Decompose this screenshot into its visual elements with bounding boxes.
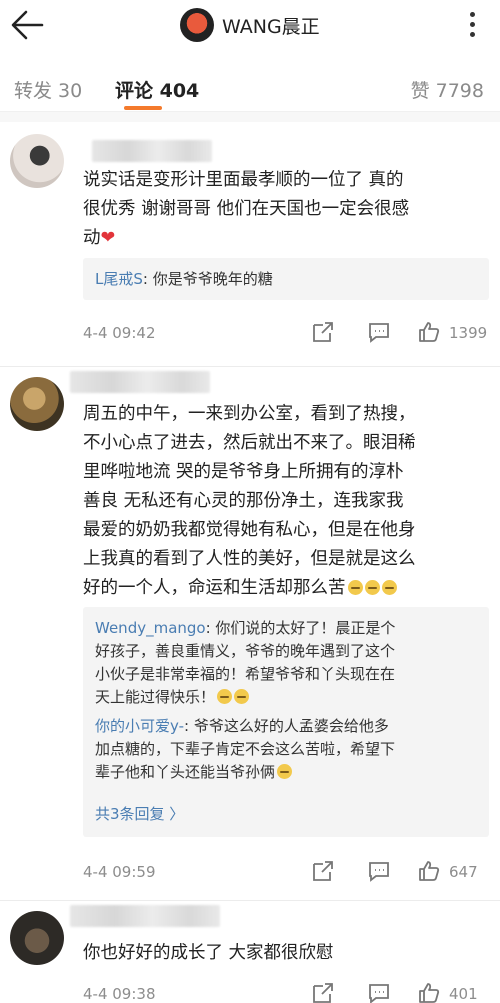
emoji: [277, 764, 293, 779]
avatar[interactable]: [10, 134, 64, 188]
more-replies-link[interactable]: 共3条回复 〉: [95, 803, 184, 824]
comment-icon[interactable]: [367, 320, 391, 344]
share-icon[interactable]: [311, 859, 335, 883]
avatar[interactable]: [10, 377, 64, 431]
active-tab-indicator: [124, 106, 162, 110]
top-bar: WANG晨正: [0, 0, 500, 50]
comment-time: 4-4 09:38: [83, 985, 156, 1003]
comment-meta: 4-4 09:59 647: [83, 859, 500, 889]
back-arrow-icon[interactable]: [8, 8, 46, 42]
comment-item: 说实话是变形计里面最孝顺的一位了 真的 很优秀 谢谢哥哥 他们在天国也一定会很感…: [0, 122, 500, 370]
comment-icon[interactable]: [367, 859, 391, 883]
like-count: 647: [449, 863, 478, 881]
comment-time: 4-4 09:42: [83, 324, 156, 342]
avatar[interactable]: [10, 911, 64, 965]
share-icon[interactable]: [311, 320, 335, 344]
username-blurred[interactable]: [70, 371, 210, 393]
reply-box[interactable]: L尾戒S: 你是爷爷晚年的糖: [83, 258, 489, 300]
username-blurred[interactable]: [92, 140, 212, 162]
username-blurred[interactable]: [70, 905, 220, 927]
like-count: 1399: [449, 324, 488, 342]
tab-repost[interactable]: 转发 30: [14, 76, 82, 103]
page-title: WANG晨正: [222, 16, 320, 38]
sad-emoji: [347, 580, 363, 595]
reply-line: 你的小可爱y-: 爷爷这么好的人孟婆会给他多 加点糖的，下辈子肯定不会这么苦啦，…: [95, 717, 396, 781]
share-icon[interactable]: [311, 981, 335, 1003]
comment-text: 说实话是变形计里面最孝顺的一位了 真的 很优秀 谢谢哥哥 他们在天国也一定会很感…: [83, 170, 410, 248]
reply-username[interactable]: Wendy_mango: [95, 619, 206, 637]
comment-item: 周五的中午，一来到办公室，看到了热搜， 不小心点了进去，然后就出不来了。眼泪稀 …: [0, 367, 500, 907]
emoji: [217, 689, 233, 704]
reply-box[interactable]: Wendy_mango: 你们说的太好了！晨正是个 好孩子，善良重情义，爷爷的晚…: [83, 607, 489, 837]
comment-item: 你也好好的成长了 大家都很欣慰 4-4 09:38 401: [0, 901, 500, 1003]
comment-text: 周五的中午，一来到办公室，看到了热搜， 不小心点了进去，然后就出不来了。眼泪稀 …: [83, 404, 416, 598]
tab-like[interactable]: 赞 7798: [411, 76, 484, 103]
thumbs-up-icon[interactable]: [417, 981, 441, 1003]
comment-icon[interactable]: [367, 981, 391, 1003]
reply-username[interactable]: 你的小可爱y-: [95, 717, 184, 735]
section-gap: [0, 112, 500, 122]
heart-emoji: ❤: [100, 228, 116, 248]
reply-line: Wendy_mango: 你们说的太好了！晨正是个 好孩子，善良重情义，爷爷的晚…: [95, 619, 396, 706]
comment-text: 你也好好的成长了 大家都很欣慰: [83, 943, 334, 963]
like-count: 401: [449, 985, 478, 1003]
reply-line: L尾戒S: 你是爷爷晚年的糖: [95, 270, 273, 288]
more-options-icon[interactable]: [470, 12, 476, 40]
emoji: [234, 689, 250, 704]
sad-emoji: [364, 580, 380, 595]
author-avatar[interactable]: [180, 8, 214, 42]
reply-username[interactable]: L尾戒S: [95, 270, 143, 288]
tab-comment[interactable]: 评论 404: [115, 76, 199, 103]
comment-meta: 4-4 09:38 401: [83, 981, 500, 1003]
comment-meta: 4-4 09:42 1399: [83, 320, 500, 350]
thumbs-up-icon[interactable]: [417, 320, 441, 344]
thumbs-up-icon[interactable]: [417, 859, 441, 883]
comment-time: 4-4 09:59: [83, 863, 156, 881]
sad-emoji: [381, 580, 397, 595]
tab-bar: 转发 30 评论 404 赞 7798: [0, 56, 500, 112]
